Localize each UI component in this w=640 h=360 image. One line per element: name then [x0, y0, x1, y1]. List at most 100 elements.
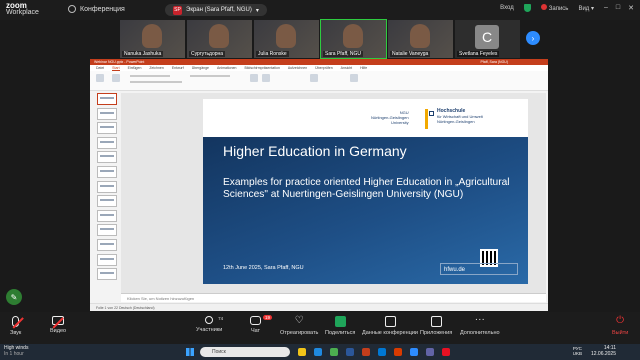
- more-button[interactable]: ··· Дополнительно: [460, 314, 500, 337]
- record-dot-icon: [540, 4, 547, 10]
- language-indicator[interactable]: РУС UKB: [573, 346, 582, 356]
- view-button[interactable]: Вид ▾: [578, 5, 594, 12]
- chat-icon: 19: [250, 315, 273, 325]
- leave-icon: ⏻: [616, 315, 625, 326]
- slide-thumbnail[interactable]: [97, 268, 117, 281]
- slide-header: NGU Nürtingen-Geislingen University Hoch…: [203, 99, 528, 137]
- chat-unread-badge: 19: [263, 315, 273, 320]
- word-icon[interactable]: [346, 348, 354, 356]
- slide-thumbnail[interactable]: [97, 224, 117, 237]
- more-dots-icon: ···: [474, 314, 485, 325]
- zoom-app-icon[interactable]: [410, 348, 418, 356]
- chat-button[interactable]: 19 Чат: [250, 315, 273, 334]
- share-screen-icon: [334, 316, 346, 327]
- gear-icon: [68, 5, 76, 13]
- video-button[interactable]: Видео: [50, 316, 66, 334]
- share-button[interactable]: Поделиться: [325, 316, 355, 336]
- participant-tile[interactable]: Julia Ronske: [254, 20, 319, 58]
- teams-icon[interactable]: [426, 348, 434, 356]
- participant-tile[interactable]: Nanuka Jashuka: [120, 20, 185, 58]
- chrome-icon[interactable]: [330, 348, 338, 356]
- apps-button[interactable]: Приложения: [420, 316, 452, 336]
- pen-icon: ✎: [10, 292, 18, 302]
- chevron-right-icon: ›: [531, 33, 535, 43]
- format-row: [130, 81, 182, 83]
- pdf-icon[interactable]: [442, 348, 450, 356]
- ppt-ribbon: [90, 71, 548, 91]
- slide-canvas: NGU Nürtingen-Geislingen University Hoch…: [121, 93, 546, 293]
- record-indicator[interactable]: Запись: [540, 4, 568, 12]
- participant-video: [142, 24, 162, 48]
- slide-thumbnail[interactable]: [97, 195, 117, 208]
- slide-footer: 12th June 2025, Sara Pfaff, NGU: [223, 265, 304, 271]
- maximize-icon[interactable]: □: [616, 4, 620, 12]
- slide: NGU Nürtingen-Geislingen University Hoch…: [203, 99, 528, 284]
- participant-video: [276, 24, 296, 48]
- outlook-icon[interactable]: [378, 348, 386, 356]
- ppt-status-bar: Folie 1 von 22 Deutsch (Deutschland): [90, 303, 548, 311]
- participants-button[interactable]: 74 Участники: [196, 316, 223, 333]
- participant-tile[interactable]: Сургутьдорна: [187, 20, 252, 58]
- paste-icon: [96, 74, 104, 82]
- shapes-icon: [250, 74, 258, 82]
- presenter-badge: SP: [173, 5, 182, 15]
- notes-pane[interactable]: Klicken Sie, um Notizen hinzuzufügen: [121, 293, 546, 302]
- zoom-top-bar: zoom Workplace Конференция SP Экран (Sar…: [0, 0, 640, 20]
- participant-avatar: C: [475, 25, 499, 49]
- slide-subtitle: Examples for practice oriented Higher Ed…: [223, 177, 510, 200]
- audio-button[interactable]: Звук: [10, 316, 21, 336]
- screen-share-indicator[interactable]: SP Экран (Sara Pfaff, NGU) ▾: [165, 4, 267, 16]
- meeting-info-button[interactable]: Конференция: [68, 5, 125, 13]
- hfwu-logo-icon: [429, 111, 434, 116]
- apps-icon: [430, 316, 442, 327]
- next-page-button[interactable]: ›: [526, 31, 540, 45]
- weather-widget[interactable]: High winds In 1 hour: [4, 345, 28, 357]
- security-shield-icon[interactable]: [523, 4, 531, 12]
- meeting-data-button[interactable]: Данные конференции: [362, 316, 418, 336]
- slide-thumbnail[interactable]: [97, 180, 117, 193]
- windows-taskbar: High winds In 1 hour Поиск РУС UKB 14:11…: [0, 344, 640, 360]
- participant-video: [209, 24, 229, 48]
- ngu-logo-text: NGU Nürtingen-Geislingen University: [371, 110, 409, 125]
- clock[interactable]: 14:11 12.06.2025: [591, 345, 616, 357]
- slide-thumbnail[interactable]: [97, 238, 117, 251]
- react-button[interactable]: ♡ Отреагировать: [280, 315, 318, 337]
- slide-thumbnail[interactable]: [97, 93, 117, 105]
- slide-thumbnails: [92, 93, 119, 297]
- logo-divider: [425, 109, 428, 129]
- participant-tile[interactable]: Natalie Vaneyga: [388, 20, 453, 58]
- close-icon[interactable]: ✕: [628, 4, 634, 12]
- slide-body: Higher Education in Germany Examples for…: [203, 137, 528, 284]
- slide-title: Higher Education in Germany: [223, 143, 407, 159]
- participant-tile-active[interactable]: Sara Pfaff, NGU: [320, 19, 387, 59]
- slide-thumbnail[interactable]: [97, 151, 117, 164]
- office-icon[interactable]: [394, 348, 402, 356]
- info-icon: [384, 316, 396, 327]
- zoom-logo: zoom Workplace: [6, 1, 39, 17]
- leave-button[interactable]: ⏻ Выйти: [612, 315, 628, 337]
- slide-thumbnail[interactable]: [97, 253, 117, 266]
- dictate-icon: [350, 74, 358, 82]
- slide-thumbnail[interactable]: [97, 107, 117, 120]
- file-explorer-icon[interactable]: [298, 348, 306, 356]
- heart-icon: ♡: [294, 315, 304, 326]
- participants-icon: 74: [205, 316, 223, 324]
- edge-icon[interactable]: [314, 348, 322, 356]
- login-button[interactable]: Вход: [500, 5, 514, 11]
- powerpoint-icon[interactable]: [362, 348, 370, 356]
- hfwu-logo-text: Hochschule für Wirtschaft und Umwelt Nür…: [437, 108, 483, 125]
- slide-thumbnail[interactable]: [97, 122, 117, 135]
- taskbar-search[interactable]: Поиск: [200, 347, 290, 357]
- annotate-button[interactable]: ✎: [6, 289, 22, 305]
- participant-tile[interactable]: C Svetlana Feyeles: [455, 20, 520, 58]
- slide-thumbnail[interactable]: [97, 165, 117, 178]
- window-controls: – □ ✕: [604, 4, 634, 12]
- slide-thumbnail[interactable]: [97, 209, 117, 222]
- mic-muted-icon: [12, 316, 20, 327]
- windows-start-icon[interactable]: [186, 348, 194, 356]
- slide-thumbnail[interactable]: [97, 136, 117, 149]
- minimize-icon[interactable]: –: [604, 4, 608, 12]
- camera-off-icon: [52, 316, 65, 325]
- new-slide-icon: [112, 74, 120, 82]
- shared-screen: Webinar NGU.pptx - PowerPoint Pfaff, Sara…: [90, 59, 548, 311]
